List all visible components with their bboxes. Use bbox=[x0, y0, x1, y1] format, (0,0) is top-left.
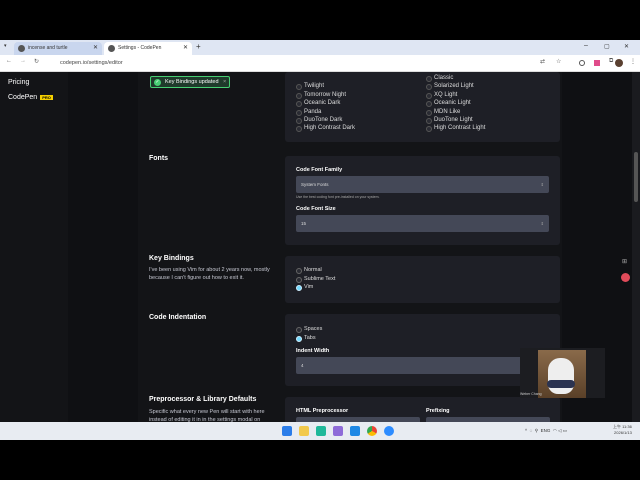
pro-badge: PRO bbox=[40, 94, 53, 100]
code-indentation-card: Spaces Tabs Indent Width 4 bbox=[285, 314, 560, 386]
scrollbar[interactable] bbox=[632, 72, 640, 422]
preprocessor-description: Specific what every new Pen will start w… bbox=[149, 409, 265, 422]
theme-option[interactable]: Panda bbox=[296, 108, 321, 116]
clock[interactable]: 上午 11:36 2026/1/13 bbox=[613, 424, 632, 436]
new-tab-button[interactable]: + bbox=[196, 42, 201, 51]
theme-option[interactable]: Classic bbox=[426, 74, 453, 83]
font-size-label: Code Font Size bbox=[296, 206, 336, 212]
back-icon[interactable]: ← bbox=[6, 58, 12, 64]
select-value: System Fonts bbox=[301, 182, 329, 187]
preprocessor-card: HTML Preprocessor Prefixing bbox=[285, 397, 560, 422]
codepen-favicon bbox=[18, 45, 25, 52]
vscode-icon[interactable] bbox=[350, 426, 360, 436]
fonts-title: Fonts bbox=[149, 155, 169, 162]
file-explorer-icon[interactable] bbox=[299, 426, 309, 436]
sidebar-item-pricing[interactable]: Pricing bbox=[8, 79, 29, 86]
tab-search-icon[interactable]: ▾ bbox=[4, 43, 7, 49]
extensions-puzzle-icon[interactable]: ⧉ bbox=[609, 58, 613, 65]
theme-option[interactable]: Twilight bbox=[296, 82, 324, 91]
clock-date: 2026/1/13 bbox=[614, 430, 632, 435]
participant-name: Weber Chang bbox=[520, 392, 542, 396]
codepen-favicon bbox=[108, 45, 115, 52]
radio-vim[interactable]: Vim bbox=[296, 283, 313, 291]
code-indentation-title: Code Indentation bbox=[149, 314, 207, 321]
radio-sublime-text[interactable]: Sublime Text bbox=[296, 275, 335, 283]
indent-width-select[interactable]: 4 bbox=[296, 357, 549, 374]
theme-option[interactable]: Solarized Light bbox=[426, 82, 474, 91]
theme-option[interactable]: High Contrast Light bbox=[426, 124, 485, 133]
theme-option[interactable]: Oceanic Light bbox=[426, 99, 471, 108]
theme-option[interactable]: XQ Light bbox=[426, 91, 457, 100]
reload-icon[interactable]: ↻ bbox=[34, 58, 39, 65]
tab-incense[interactable]: incense and turtle ✕ bbox=[14, 42, 102, 55]
theme-card: Twilight Tomorrow Night Oceanic Dark Pan… bbox=[285, 72, 560, 142]
extension-icon[interactable] bbox=[579, 60, 585, 66]
theme-option[interactable]: Tomorrow Night bbox=[296, 91, 346, 100]
radio-tabs[interactable]: Tabs bbox=[296, 334, 316, 342]
browser-tab-bar: ▾ incense and turtle ✕ Settings - CodePe… bbox=[0, 40, 640, 55]
scrollbar-thumb[interactable] bbox=[634, 152, 638, 202]
profile-avatar[interactable] bbox=[615, 59, 623, 67]
radio-spaces[interactable]: Spaces bbox=[296, 325, 322, 333]
chevron-updown-icon: ⇕ bbox=[540, 221, 544, 226]
theme-option[interactable]: Oceanic Dark bbox=[296, 99, 340, 108]
key-bindings-description: I've been using Vim for about 2 years no… bbox=[149, 267, 270, 281]
html-preprocessor-label: HTML Preprocessor bbox=[296, 408, 349, 414]
font-size-select[interactable]: 15 ⇕ bbox=[296, 215, 549, 232]
system-tray: ^ ◌ ⚲ ENG ◠ ◁ ▭ bbox=[525, 428, 567, 433]
key-bindings-card: Normal Sublime Text Vim bbox=[285, 256, 560, 303]
tab-label: Settings - CodePen bbox=[118, 45, 162, 51]
sidebar-item-label: CodePen bbox=[8, 94, 38, 101]
close-tab-icon[interactable]: ✕ bbox=[183, 42, 188, 55]
pycharm-icon[interactable] bbox=[316, 426, 326, 436]
windows-start-icon[interactable] bbox=[282, 426, 292, 436]
menu-icon[interactable]: ⋮ bbox=[630, 58, 636, 65]
webcam-video-dog bbox=[538, 350, 586, 398]
extension-icon[interactable] bbox=[594, 60, 600, 66]
theme-option[interactable]: High Contrast Dark bbox=[296, 124, 355, 133]
close-window-button[interactable]: ✕ bbox=[624, 43, 629, 50]
theme-option[interactable]: DuoTone Light bbox=[426, 116, 473, 125]
sidebar: Pricing CodePen PRO bbox=[0, 72, 68, 422]
font-family-hint: Use the best coding font pre-installed o… bbox=[296, 195, 380, 199]
translate-icon[interactable]: ⇄ bbox=[540, 58, 545, 65]
fonts-card: Code Font Family System Fonts ⇕ Use the b… bbox=[285, 156, 560, 245]
zoom-icon[interactable] bbox=[384, 426, 394, 436]
preprocessor-title: Preprocessor & Library Defaults bbox=[149, 396, 257, 403]
sidebar-item-codepen-pro[interactable]: CodePen PRO bbox=[8, 94, 53, 101]
close-tab-icon[interactable]: ✕ bbox=[93, 42, 98, 55]
bookmark-star-icon[interactable]: ☆ bbox=[556, 58, 561, 65]
toast-notification: ✓ Key Bindings updated × bbox=[150, 76, 230, 88]
select-value: 4 bbox=[301, 363, 304, 368]
select-value: 15 bbox=[301, 221, 307, 226]
chevron-updown-icon: ⇕ bbox=[540, 182, 544, 187]
side-panel-icon[interactable]: ⊞ bbox=[622, 258, 627, 265]
indent-width-label: Indent Width bbox=[296, 348, 330, 354]
font-family-label: Code Font Family bbox=[296, 167, 343, 173]
key-bindings-title: Key Bindings bbox=[149, 255, 194, 262]
codepen-settings-page: Pricing CodePen PRO Twilight Tomorrow Nig… bbox=[0, 72, 640, 422]
toast-close-button[interactable]: × bbox=[223, 79, 226, 85]
maximize-button[interactable]: ▢ bbox=[604, 43, 610, 50]
forward-icon[interactable]: → bbox=[20, 58, 26, 64]
theme-option[interactable]: MDN Like bbox=[426, 108, 460, 116]
font-family-select[interactable]: System Fonts ⇕ bbox=[296, 176, 549, 193]
prefixing-label: Prefixing bbox=[426, 408, 450, 414]
tab-label: incense and turtle bbox=[28, 45, 68, 51]
check-circle-icon: ✓ bbox=[154, 78, 161, 86]
minimize-button[interactable]: – bbox=[584, 42, 588, 49]
tab-settings[interactable]: Settings - CodePen ✕ bbox=[104, 42, 192, 55]
toast-message: Key Bindings updated bbox=[165, 79, 219, 85]
url-field[interactable]: codepen.io/settings/editor bbox=[56, 58, 526, 69]
settings-column: Twilight Tomorrow Night Oceanic Dark Pan… bbox=[138, 72, 562, 422]
theme-option[interactable]: DuoTone Dark bbox=[296, 116, 342, 125]
floating-extension-icon[interactable] bbox=[621, 273, 630, 282]
radio-normal[interactable]: Normal bbox=[296, 266, 322, 274]
language-indicator[interactable]: ENG bbox=[541, 428, 551, 433]
visual-studio-icon[interactable] bbox=[333, 426, 343, 436]
chrome-icon[interactable] bbox=[367, 426, 377, 436]
